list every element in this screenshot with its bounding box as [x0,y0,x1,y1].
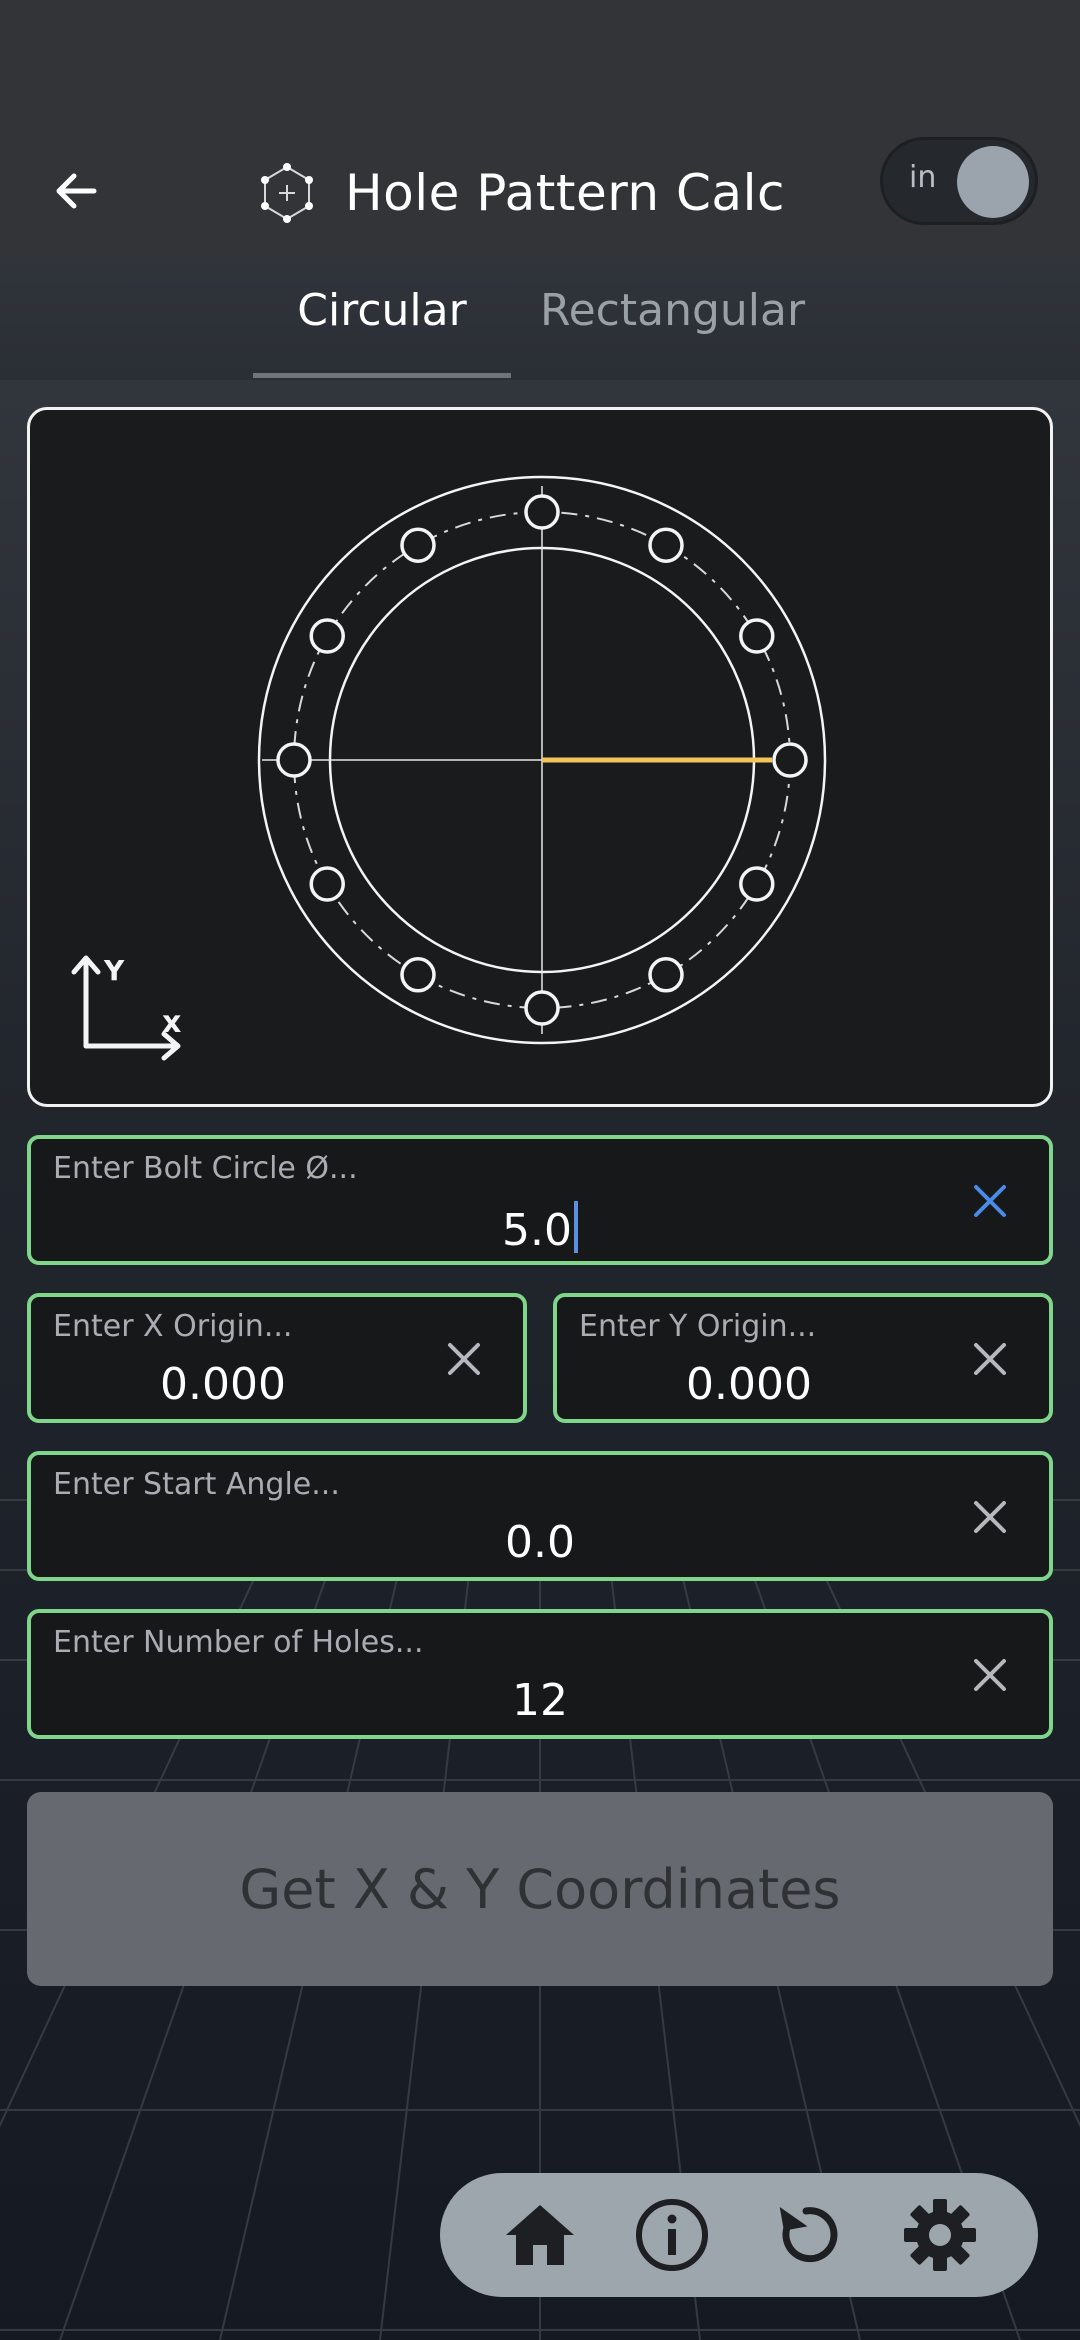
tab-rectangular[interactable]: Rectangular [540,285,805,336]
bolt-circle-value-text: 5.0 [502,1205,572,1256]
bolt-hole [524,990,560,1026]
bolt-circle-diagram: Y x [71,475,827,1061]
num-holes-value[interactable]: 12 [31,1675,1049,1726]
home-icon [506,2205,574,2265]
bolt-hole [276,742,312,778]
clear-num-holes-button[interactable] [965,1650,1015,1700]
back-button[interactable] [40,155,112,227]
num-holes-placeholder: Enter Number of Holes... [53,1625,424,1660]
bolt-hole [400,527,436,563]
clear-y-origin-button[interactable] [965,1334,1015,1384]
text-cursor [573,1201,578,1253]
nav-settings[interactable] [900,2195,980,2275]
axis-x-label: x [162,1005,181,1040]
tab-circular[interactable]: Circular [253,285,511,336]
bolt-circle-placeholder: Enter Bolt Circle Ø... [53,1151,358,1186]
close-icon [974,1659,1006,1691]
arrow-left-icon [56,173,97,209]
nav-reset[interactable] [766,2195,846,2275]
bolt-hole [648,957,684,993]
bolt-hole [524,494,560,530]
bolt-circle-field[interactable]: Enter Bolt Circle Ø... 5.0 [27,1135,1053,1265]
close-icon [974,1501,1006,1533]
y-origin-placeholder: Enter Y Origin... [579,1309,817,1344]
nav-info[interactable] [632,2195,712,2275]
get-coordinates-button[interactable]: Get X & Y Coordinates [27,1792,1053,1986]
clear-x-origin-button[interactable] [439,1334,489,1384]
page-title: Hole Pattern Calc [345,164,785,222]
info-icon [636,2199,708,2271]
bolt-hole [309,866,345,902]
bolt-hole [309,618,345,654]
title-group: Hole Pattern Calc [255,149,785,237]
toggle-knob [957,146,1029,218]
y-origin-value[interactable]: 0.000 [557,1359,941,1410]
bolt-hole [739,618,775,654]
start-angle-placeholder: Enter Start Angle... [53,1467,340,1502]
hole-pattern-icon [261,163,313,223]
close-icon [448,1343,480,1375]
x-origin-placeholder: Enter X Origin... [53,1309,293,1344]
pattern-preview: Y x [27,407,1053,1107]
bottom-nav [440,2173,1038,2297]
app-bar: Hole Pattern Calc in [0,135,1080,255]
close-icon [974,1343,1006,1375]
bolt-hole [772,742,808,778]
active-tab-indicator [253,373,511,378]
clear-start-angle-button[interactable] [965,1492,1015,1542]
close-icon [974,1185,1006,1217]
unit-toggle[interactable]: in [880,137,1038,225]
clear-bolt-circle-button[interactable] [965,1176,1015,1226]
unit-label: in [909,160,937,195]
y-origin-field[interactable]: Enter Y Origin... 0.000 [553,1293,1053,1423]
settings-icon [904,2199,976,2271]
num-holes-field[interactable]: Enter Number of Holes... 12 [27,1609,1053,1739]
start-angle-value[interactable]: 0.0 [31,1517,1049,1568]
start-angle-field[interactable]: Enter Start Angle... 0.0 [27,1451,1053,1581]
x-origin-field[interactable]: Enter X Origin... 0.000 [27,1293,527,1423]
pattern-tabs: Circular Rectangular [0,255,1080,380]
nav-home[interactable] [500,2195,580,2275]
get-coordinates-label: Get X & Y Coordinates [239,1857,841,1921]
x-origin-value[interactable]: 0.000 [31,1359,415,1410]
axis-y-label: Y [103,954,125,987]
bolt-hole [648,527,684,563]
bolt-circle-value[interactable]: 5.0 [31,1201,1049,1256]
reset-icon [779,2206,838,2263]
bolt-hole [739,866,775,902]
status-bar [0,0,1080,135]
bolt-hole [400,957,436,993]
